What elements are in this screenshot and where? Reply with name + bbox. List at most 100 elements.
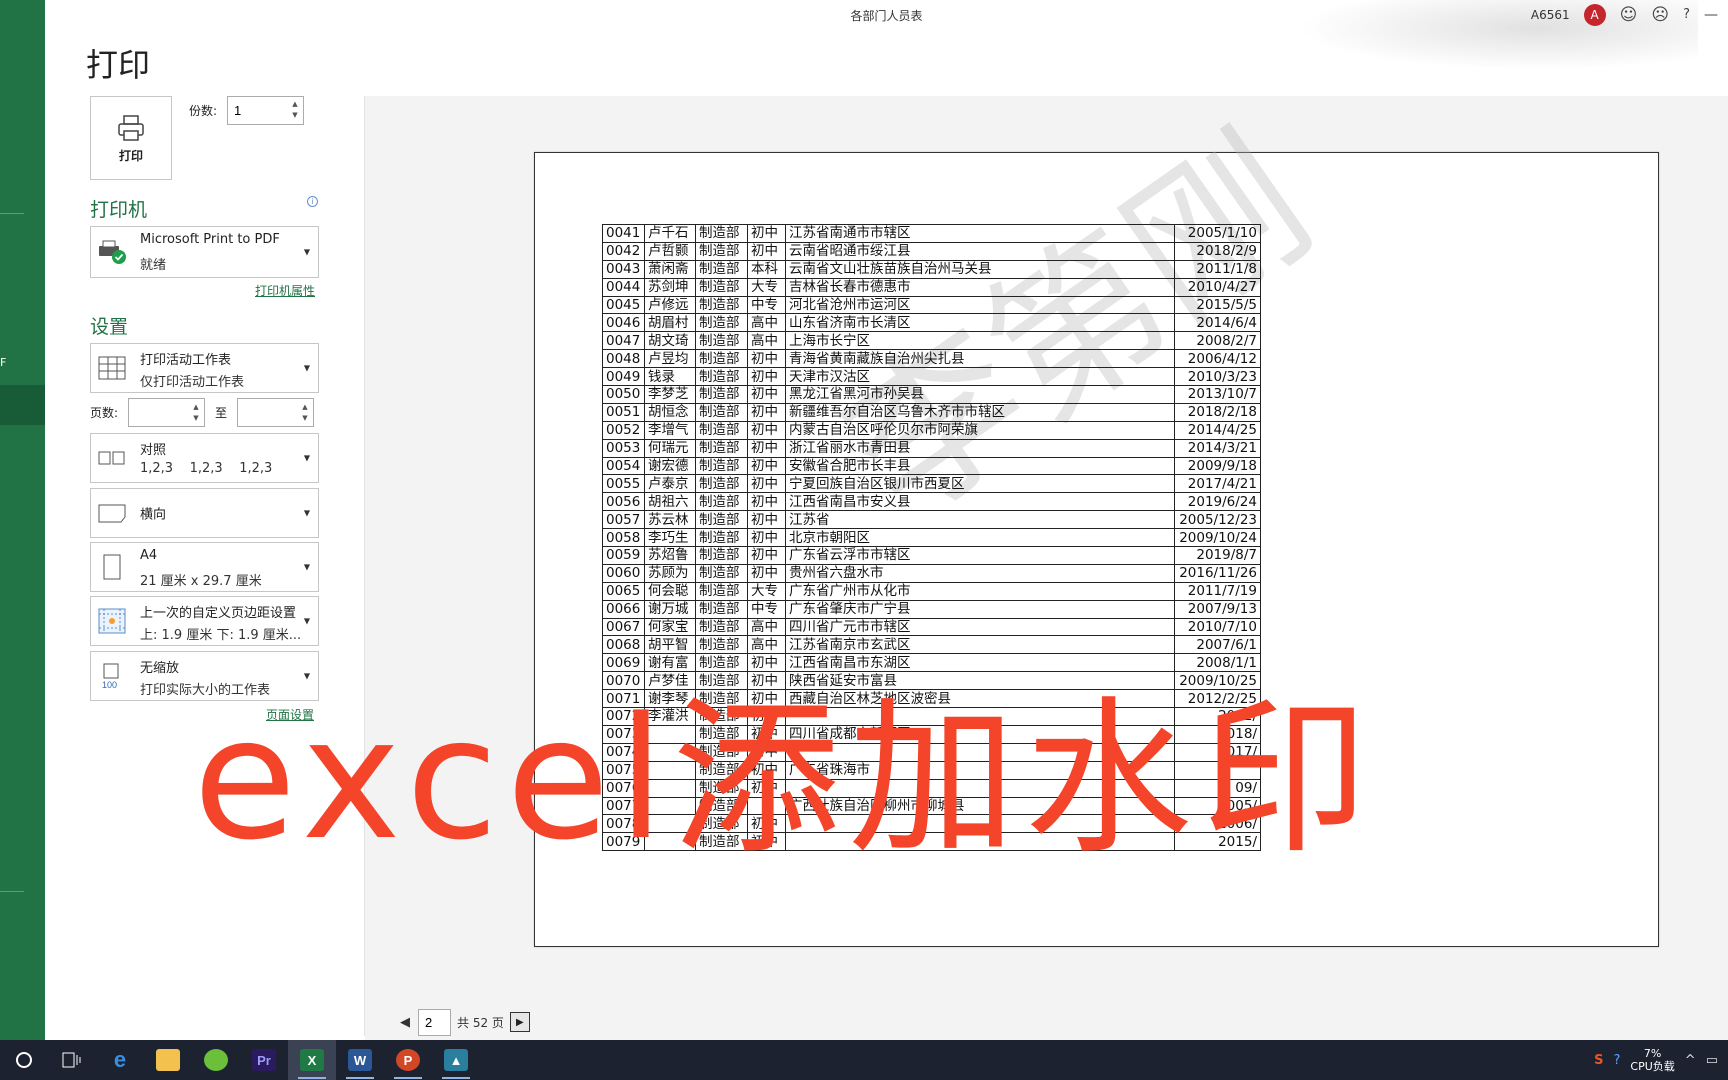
printer-icon xyxy=(118,114,144,141)
cell-date: 2005/12/23 xyxy=(1174,510,1261,530)
paper-size-dropdown[interactable]: A4 21 厘米 x 29.7 厘米 ▼ xyxy=(90,542,319,592)
taskbar-word[interactable]: W xyxy=(336,1040,384,1080)
cell-dept: 制造部 xyxy=(695,295,748,315)
cell-dept: 制造部 xyxy=(695,420,748,440)
cell-address: 云南省昭通市绥江县 xyxy=(785,241,1175,261)
pages-to-input[interactable]: ▲ ▼ xyxy=(237,398,314,427)
cell-address: 云南省文山壮族苗族自治州马关县 xyxy=(785,259,1175,279)
cell-name: 胡平智 xyxy=(644,635,696,655)
orientation-dropdown[interactable]: 横向 ▼ xyxy=(90,488,319,538)
taskbar-powerpoint[interactable]: P xyxy=(384,1040,432,1080)
cpu-percent: 7% xyxy=(1643,1047,1662,1060)
nav-truncated-label[interactable]: F xyxy=(0,356,6,369)
paper-size-label: A4 xyxy=(140,548,158,563)
avatar[interactable]: A xyxy=(1583,4,1606,26)
table-row: 0054 谢宏德 制造部 初中 安徽省合肥市长丰县 2009/9/18 xyxy=(602,456,1261,476)
copies-label: 份数: xyxy=(189,104,218,118)
taskbar-explorer[interactable] xyxy=(144,1040,192,1080)
info-icon[interactable]: i xyxy=(307,196,318,207)
help-tray-icon[interactable]: ? xyxy=(1614,1053,1621,1068)
cell-date: 2010/7/10 xyxy=(1174,617,1261,637)
cell-date: 2010/4/27 xyxy=(1174,277,1261,297)
current-page-input[interactable] xyxy=(418,1008,451,1036)
cell-date: 2016/11/26 xyxy=(1174,563,1261,583)
table-row: 0051 胡恒念 制造部 初中 新疆维吾尔自治区乌鲁木齐市市辖区 2018/2/18 xyxy=(602,402,1261,422)
table-row: 0066 谢万城 制造部 中专 广东省肇庆市广宁县 2007/9/13 xyxy=(602,599,1261,619)
cell-dept: 制造部 xyxy=(695,277,748,297)
collate-dropdown[interactable]: 对照 1,2,3 1,2,3 1,2,3 ▼ xyxy=(90,433,319,483)
next-page-button[interactable]: ▶ xyxy=(509,1012,530,1032)
cell-address: 贵州省六盘水市 xyxy=(785,563,1175,583)
cell-dept: 制造部 xyxy=(695,349,748,369)
cell-address: 江苏省南通市市辖区 xyxy=(785,224,1175,243)
taskbar-browser[interactable] xyxy=(192,1040,240,1080)
taskbar-recorder[interactable]: ▲ xyxy=(432,1040,480,1080)
cell-address: 青海省黄南藏族自治州尖扎县 xyxy=(785,349,1175,369)
cell-address: 广东省广州市从化市 xyxy=(785,581,1175,601)
pages-from-input[interactable]: ▲ ▼ xyxy=(128,398,205,427)
minimize-icon[interactable]: — xyxy=(1704,4,1718,26)
powerpoint-icon: P xyxy=(396,1049,420,1071)
cell-id: 0066 xyxy=(602,599,645,619)
cell-name: 谢宏德 xyxy=(644,456,696,476)
task-view-button[interactable] xyxy=(48,1040,96,1080)
printer-dropdown[interactable]: Microsoft Print to PDF 就绪 ▼ xyxy=(90,226,319,278)
copies-spin-buttons[interactable]: ▲ ▼ xyxy=(290,99,300,121)
printer-properties-link[interactable]: 打印机属性 xyxy=(255,282,315,299)
taskbar-edge[interactable]: e xyxy=(96,1040,144,1080)
table-row: 0056 胡祖六 制造部 初中 江西省南昌市安义县 2019/6/24 xyxy=(602,492,1261,512)
cell-date: 2011/7/19 xyxy=(1174,581,1261,601)
table-row: 0053 何瑞元 制造部 初中 浙江省丽水市青田县 2014/3/21 xyxy=(602,438,1261,458)
cell-dept: 制造部 xyxy=(695,241,748,261)
cell-dept: 制造部 xyxy=(695,474,748,494)
cell-date: 2009/9/18 xyxy=(1174,456,1261,476)
user-id[interactable]: A6561 xyxy=(1531,8,1570,22)
cell-dept: 制造部 xyxy=(695,581,748,601)
copies-stepper[interactable]: ▲▼ xyxy=(227,96,304,125)
cell-address: 黑龙江省黑河市孙吴县 xyxy=(785,385,1175,404)
cell-education: 本科 xyxy=(747,259,786,279)
task-view-icon xyxy=(62,1052,81,1068)
help-icon[interactable]: ? xyxy=(1683,4,1690,26)
frown-feedback-icon[interactable]: ☹ xyxy=(1651,4,1669,26)
cell-id: 0043 xyxy=(602,259,645,279)
chevron-up-icon[interactable]: ^ xyxy=(1685,1053,1696,1068)
network-icon[interactable]: ▭ xyxy=(1706,1053,1718,1068)
document-title: 各部门人员表 xyxy=(850,9,923,23)
taskbar-premiere[interactable]: Pr xyxy=(240,1040,288,1080)
cell-name: 胡文琦 xyxy=(644,331,696,351)
print-scope-dropdown[interactable]: 打印活动工作表 仅打印活动工作表 ▼ xyxy=(90,343,319,393)
scaling-icon: 100 xyxy=(97,662,127,690)
cell-dept: 制造部 xyxy=(695,385,748,404)
title-bar-right: A6561 A ☺ ☹ ? — xyxy=(1531,4,1718,26)
chevron-down-icon: ▼ xyxy=(303,363,310,373)
smile-feedback-icon[interactable]: ☺ xyxy=(1620,4,1638,26)
print-scope-desc: 仅打印活动工作表 xyxy=(140,375,245,390)
cell-education: 高中 xyxy=(747,635,786,655)
cell-id: 0067 xyxy=(602,617,645,637)
nav-item-print-selected[interactable] xyxy=(0,385,45,425)
cell-name: 何会聪 xyxy=(644,581,696,601)
cell-name: 卢昱均 xyxy=(644,349,696,369)
cell-education: 大专 xyxy=(747,581,786,601)
margins-dropdown[interactable]: 上一次的自定义页边距设置 上: 1.9 厘米 下: 1.9 厘米... ▼ xyxy=(90,596,319,646)
cell-education: 初中 xyxy=(747,420,786,440)
cell-id: 0048 xyxy=(602,349,645,369)
taskbar-excel[interactable]: X xyxy=(288,1040,336,1080)
cell-education: 高中 xyxy=(747,617,786,637)
cell-name: 李巧生 xyxy=(644,528,696,548)
cell-id: 0069 xyxy=(602,653,645,673)
prev-page-icon[interactable]: ◀ xyxy=(398,1015,412,1030)
start-button[interactable] xyxy=(0,1040,48,1080)
cell-id: 0057 xyxy=(602,510,645,530)
cpu-label: CPU负载 xyxy=(1630,1060,1675,1073)
copies-input[interactable] xyxy=(228,97,283,124)
chevron-down-icon: ▼ xyxy=(303,671,310,681)
browser-icon xyxy=(204,1049,228,1071)
input-method-icon[interactable]: S xyxy=(1594,1053,1603,1068)
print-button[interactable]: 打印 xyxy=(90,96,172,180)
printer-heading: 打印机 xyxy=(90,199,148,221)
cell-dept: 制造部 xyxy=(695,402,748,422)
cell-education: 初中 xyxy=(747,492,786,512)
cell-name: 谢万城 xyxy=(644,599,696,619)
